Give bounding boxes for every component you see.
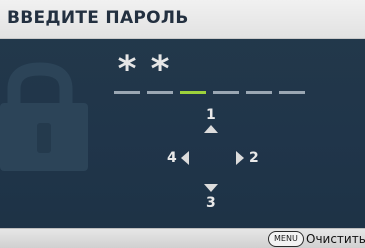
arrow-right-icon[interactable] bbox=[236, 151, 244, 165]
clear-label: Очистить bbox=[306, 232, 365, 246]
keypad-left-number: 4 bbox=[167, 150, 177, 166]
arrow-down-icon[interactable] bbox=[204, 184, 218, 192]
arrow-left-icon[interactable] bbox=[181, 151, 189, 165]
password-underline bbox=[114, 91, 140, 94]
password-slot bbox=[211, 60, 241, 94]
keypad-right-number: 2 bbox=[249, 150, 259, 166]
title-bar: ВВЕДИТЕ ПАРОЛЬ bbox=[0, 0, 365, 39]
password-underline bbox=[213, 91, 239, 94]
lock-icon bbox=[0, 62, 88, 171]
password-char: * bbox=[150, 49, 170, 90]
keypad-down-number: 3 bbox=[206, 195, 216, 211]
password-underline bbox=[147, 91, 173, 94]
password-slot-active[interactable] bbox=[178, 60, 208, 94]
keypad-up-number: 1 bbox=[206, 107, 216, 123]
dialog-title: ВВЕДИТЕ ПАРОЛЬ bbox=[7, 8, 189, 28]
password-char: * bbox=[117, 49, 137, 90]
arrow-up-icon[interactable] bbox=[204, 125, 218, 133]
password-slot bbox=[244, 60, 274, 94]
password-slot bbox=[277, 60, 307, 94]
footer-bar: MENU Очистить bbox=[0, 228, 365, 248]
password-underline bbox=[246, 91, 272, 94]
password-slot: * bbox=[145, 52, 175, 94]
password-slot: * bbox=[112, 52, 142, 94]
password-underline bbox=[279, 91, 305, 94]
password-cursor-underline bbox=[180, 91, 206, 94]
password-dialog: ВВЕДИТЕ ПАРОЛЬ * * 1 4 2 3 MENU Очистить bbox=[0, 0, 365, 248]
menu-key-button[interactable]: MENU bbox=[268, 231, 304, 247]
